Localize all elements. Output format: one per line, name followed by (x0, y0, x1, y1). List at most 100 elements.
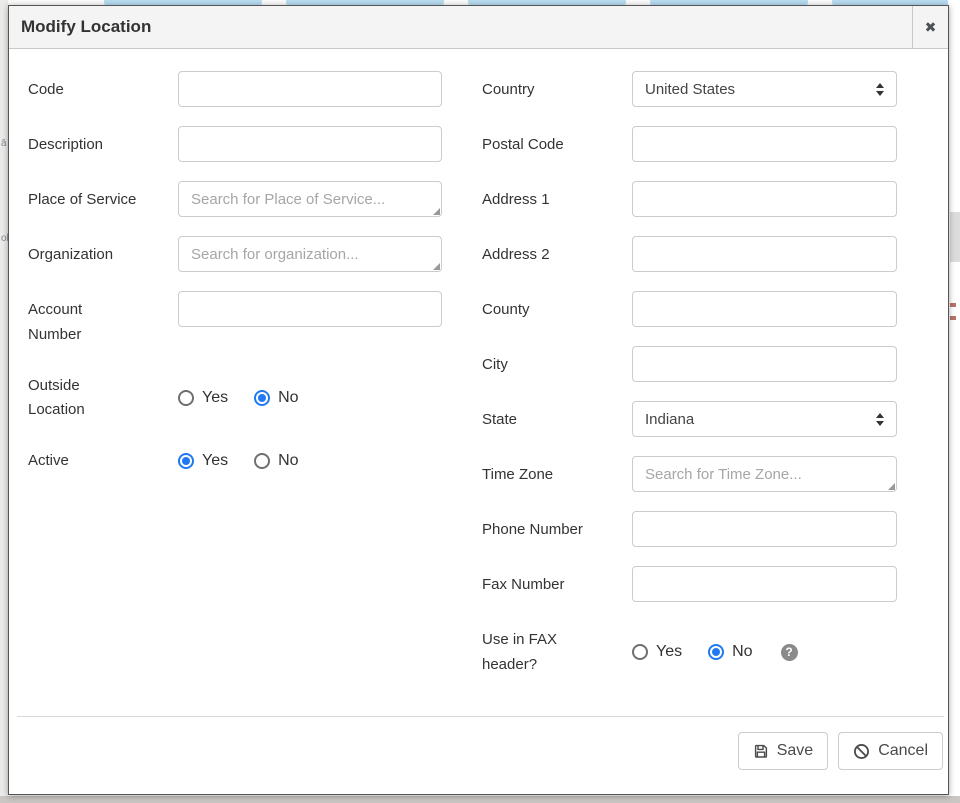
fax-header-radio-yes[interactable]: Yes (632, 643, 682, 661)
description-input[interactable] (178, 126, 442, 162)
country-control: United States (632, 71, 897, 107)
modal-body: Code Description Place of Service (9, 49, 948, 716)
address1-control (632, 181, 897, 217)
county-label: County (482, 291, 632, 327)
background-text-fragment: ol (1, 233, 8, 244)
city-control (632, 346, 897, 382)
field-use-in-fax-header: Use in FAX header? Yes No ? (482, 621, 897, 678)
help-icon[interactable]: ? (781, 644, 798, 661)
resize-grip-icon (433, 208, 440, 215)
time-zone-label: Time Zone (482, 456, 632, 492)
radio-label: Yes (656, 643, 682, 661)
form-column-left: Code Description Place of Service (28, 71, 442, 716)
country-label: Country (482, 71, 632, 107)
fax-number-label: Fax Number (482, 566, 632, 602)
field-outside-location: Outside Location Yes No (28, 367, 442, 424)
field-county: County (482, 291, 897, 327)
state-select[interactable]: Indiana (632, 401, 897, 437)
modify-location-modal: Modify Location ✖ Code Description Place… (8, 5, 949, 795)
city-input[interactable] (632, 346, 897, 382)
modal-title: Modify Location (9, 6, 912, 48)
cancel-ban-icon (853, 743, 870, 760)
fax-header-radio-no[interactable]: No (708, 643, 752, 661)
modal-footer: Save Cancel (17, 716, 944, 794)
field-state: State Indiana (482, 401, 897, 437)
active-label: Active (28, 442, 178, 474)
background-page-right (948, 0, 960, 803)
outside-location-radio-group: Yes No (178, 367, 442, 424)
description-label: Description (28, 126, 178, 162)
resize-grip-icon (888, 483, 895, 490)
radio-label: No (278, 452, 298, 470)
field-active: Active Yes No (28, 442, 442, 474)
background-text-fragment: ā (1, 138, 7, 149)
modal-header: Modify Location ✖ (9, 6, 948, 49)
address2-control (632, 236, 897, 272)
address1-input[interactable] (632, 181, 897, 217)
save-button[interactable]: Save (738, 732, 828, 770)
save-button-label: Save (777, 742, 813, 760)
radio-icon (178, 453, 194, 469)
field-code: Code (28, 71, 442, 107)
country-select[interactable]: United States (632, 71, 897, 107)
state-control: Indiana (632, 401, 897, 437)
code-label: Code (28, 71, 178, 107)
postal-code-control (632, 126, 897, 162)
radio-icon (632, 644, 648, 660)
postal-code-input[interactable] (632, 126, 897, 162)
select-value: United States (645, 81, 735, 98)
active-radio-no[interactable]: No (254, 452, 298, 470)
place-of-service-label: Place of Service (28, 181, 178, 217)
code-control (178, 71, 442, 107)
address1-label: Address 1 (482, 181, 632, 217)
address2-input[interactable] (632, 236, 897, 272)
select-value: Indiana (645, 411, 694, 428)
form-column-right: Country United States Postal Code Addres… (442, 71, 897, 716)
field-place-of-service: Place of Service (28, 181, 442, 217)
field-account-number: Account Number (28, 291, 442, 348)
cancel-button-label: Cancel (878, 742, 928, 760)
radio-icon (254, 390, 270, 406)
phone-number-control (632, 511, 897, 547)
description-control (178, 126, 442, 162)
field-time-zone: Time Zone (482, 456, 897, 492)
county-input[interactable] (632, 291, 897, 327)
radio-label: Yes (202, 452, 228, 470)
organization-search[interactable] (178, 236, 442, 272)
field-address1: Address 1 (482, 181, 897, 217)
background-page-bottom (0, 796, 960, 803)
place-of-service-search[interactable] (178, 181, 442, 217)
account-number-input[interactable] (178, 291, 442, 327)
state-label: State (482, 401, 632, 437)
field-address2: Address 2 (482, 236, 897, 272)
cancel-button[interactable]: Cancel (838, 732, 943, 770)
field-postal-code: Postal Code (482, 126, 897, 162)
resize-grip-icon (433, 263, 440, 270)
timezone-search[interactable] (632, 456, 897, 492)
organization-control (178, 236, 442, 272)
account-number-control (178, 291, 442, 348)
active-radio-yes[interactable]: Yes (178, 452, 228, 470)
field-country: Country United States (482, 71, 897, 107)
background-mark (950, 316, 956, 320)
phone-number-input[interactable] (632, 511, 897, 547)
fax-number-input[interactable] (632, 566, 897, 602)
outside-location-radio-yes[interactable]: Yes (178, 389, 228, 407)
field-organization: Organization (28, 236, 442, 272)
close-icon[interactable]: ✖ (912, 6, 948, 48)
field-description: Description (28, 126, 442, 162)
radio-icon (708, 644, 724, 660)
fax-number-control (632, 566, 897, 602)
field-phone-number: Phone Number (482, 511, 897, 547)
use-in-fax-header-label: Use in FAX header? (482, 621, 632, 678)
postal-code-label: Postal Code (482, 126, 632, 162)
field-fax-number: Fax Number (482, 566, 897, 602)
radio-icon (254, 453, 270, 469)
radio-label: No (732, 643, 752, 661)
background-page-left: ā ol (0, 0, 8, 803)
outside-location-radio-no[interactable]: No (254, 389, 298, 407)
radio-label: Yes (202, 389, 228, 407)
code-input[interactable] (178, 71, 442, 107)
radio-icon (178, 390, 194, 406)
place-of-service-control (178, 181, 442, 217)
